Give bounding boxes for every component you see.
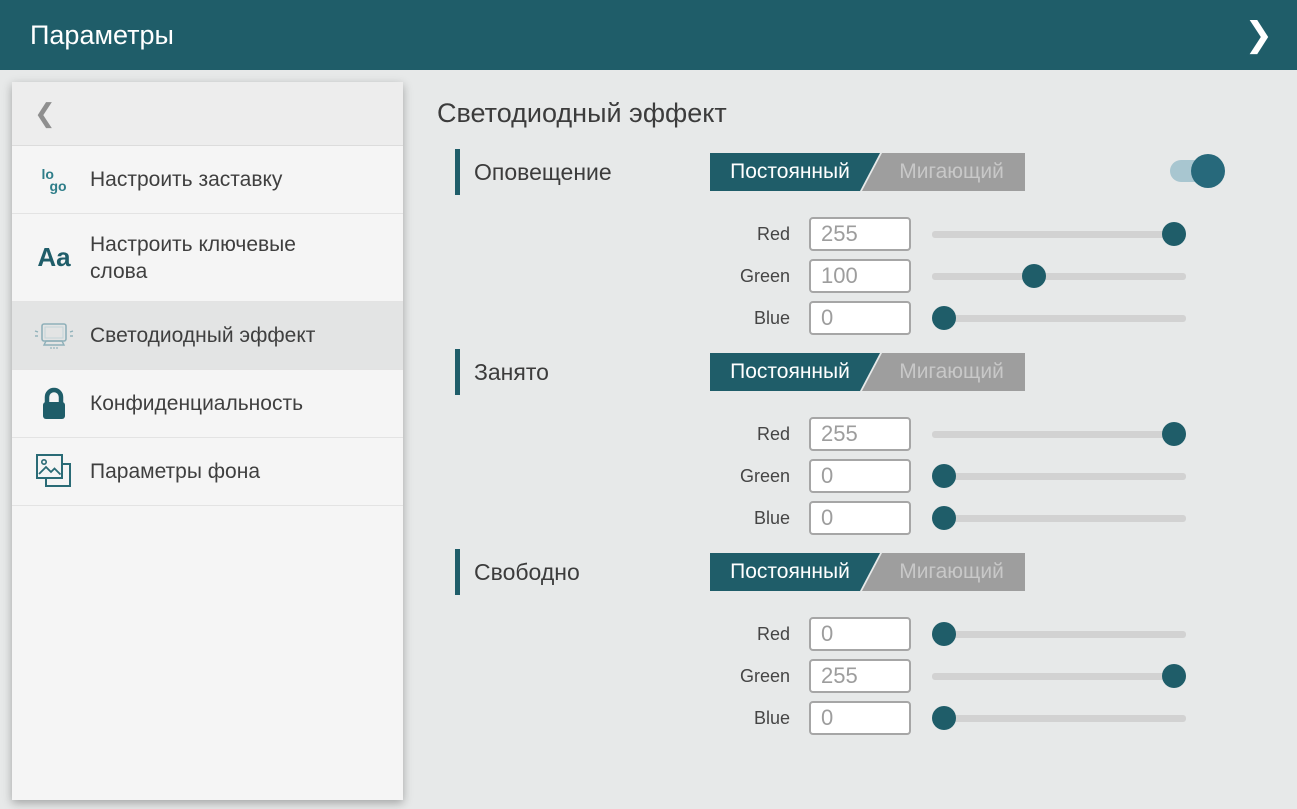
logo-icon: logo — [30, 168, 78, 192]
slider-track[interactable] — [932, 231, 1186, 238]
red-row: Red — [437, 213, 1297, 255]
mode-toggle: Постоянный Мигающий — [710, 353, 1025, 391]
lock-icon — [30, 384, 78, 424]
background-icon — [30, 452, 78, 492]
sidebar-item-background[interactable]: Параметры фона — [12, 438, 403, 506]
sidebar-item-label: Светодиодный эффект — [90, 322, 315, 349]
led-effect-icon — [30, 319, 78, 353]
green-row: Green — [437, 455, 1297, 497]
red-row: Red — [437, 613, 1297, 655]
mode-toggle: Постоянный Мигающий — [710, 153, 1025, 191]
blue-label: Blue — [437, 708, 790, 729]
blue-input[interactable] — [809, 701, 911, 735]
slider-track[interactable] — [932, 715, 1186, 722]
mode-constant-button[interactable]: Постоянный — [710, 153, 880, 191]
blue-label: Blue — [437, 508, 790, 529]
slider-track[interactable] — [932, 315, 1186, 322]
green-input[interactable] — [809, 659, 911, 693]
sidebar-item-led-effect[interactable]: Светодиодный эффект — [12, 302, 403, 370]
back-button[interactable]: ❮ — [12, 82, 403, 146]
slider-thumb[interactable] — [932, 306, 956, 330]
slider-thumb[interactable] — [932, 706, 956, 730]
red-input[interactable] — [809, 417, 911, 451]
green-slider[interactable] — [932, 264, 1186, 288]
blue-label: Blue — [437, 308, 790, 329]
accent-bar — [455, 149, 460, 195]
blue-row: Blue — [437, 697, 1297, 739]
red-input[interactable] — [809, 617, 911, 651]
slider-track[interactable] — [932, 631, 1186, 638]
green-label: Green — [437, 466, 790, 487]
accent-bar — [455, 349, 460, 395]
red-label: Red — [437, 224, 790, 245]
slider-track[interactable] — [932, 273, 1186, 280]
mode-constant-button[interactable]: Постоянный — [710, 353, 880, 391]
green-input[interactable] — [809, 459, 911, 493]
blue-input[interactable] — [809, 501, 911, 535]
section-busy: Занято Постоянный Мигающий Red Green Blu… — [437, 349, 1297, 539]
slider-thumb[interactable] — [1162, 664, 1186, 688]
slider-track[interactable] — [932, 515, 1186, 522]
mode-blinking-button[interactable]: Мигающий — [862, 553, 1025, 591]
slider-track[interactable] — [932, 673, 1186, 680]
green-row: Green — [437, 655, 1297, 697]
mode-constant-button[interactable]: Постоянный — [710, 553, 880, 591]
switch-knob — [1191, 154, 1225, 188]
blue-input[interactable] — [809, 301, 911, 335]
main-content: Светодиодный эффект Оповещение Постоянны… — [437, 82, 1297, 749]
red-label: Red — [437, 424, 790, 445]
green-slider[interactable] — [932, 664, 1186, 688]
mode-toggle: Постоянный Мигающий — [710, 553, 1025, 591]
sidebar-item-privacy[interactable]: Конфиденциальность — [12, 370, 403, 438]
green-label: Green — [437, 266, 790, 287]
section-title: Свободно — [474, 559, 580, 586]
sidebar-item-label: Конфиденциальность — [90, 390, 303, 417]
forward-button[interactable]: ❯ — [1239, 0, 1280, 70]
red-slider[interactable] — [932, 622, 1186, 646]
header-bar: Параметры ❯ — [0, 0, 1297, 70]
sidebar-item-label: Параметры фона — [90, 458, 260, 485]
sidebar-item-keywords[interactable]: Aa Настроить ключевые слова — [12, 214, 403, 302]
green-slider[interactable] — [932, 464, 1186, 488]
green-label: Green — [437, 666, 790, 687]
mode-blinking-button[interactable]: Мигающий — [862, 353, 1025, 391]
section-title: Занято — [474, 359, 549, 386]
page-title: Параметры — [30, 20, 1239, 51]
blue-slider[interactable] — [932, 706, 1186, 730]
slider-thumb[interactable] — [1162, 222, 1186, 246]
sidebar-item-splash-screen[interactable]: logo Настроить заставку — [12, 146, 403, 214]
main-title: Светодиодный эффект — [437, 98, 1297, 129]
slider-track[interactable] — [932, 473, 1186, 480]
slider-thumb[interactable] — [1162, 422, 1186, 446]
chevron-right-icon: ❯ — [1245, 16, 1274, 54]
sidebar-item-label: Настроить заставку — [90, 166, 282, 193]
green-input[interactable] — [809, 259, 911, 293]
blue-row: Blue — [437, 297, 1297, 339]
blue-slider[interactable] — [932, 306, 1186, 330]
keywords-icon: Aa — [30, 242, 78, 273]
slider-track[interactable] — [932, 431, 1186, 438]
slider-thumb[interactable] — [1022, 264, 1046, 288]
section-free: Свободно Постоянный Мигающий Red Green B… — [437, 549, 1297, 739]
slider-thumb[interactable] — [932, 622, 956, 646]
red-slider[interactable] — [932, 422, 1186, 446]
red-input[interactable] — [809, 217, 911, 251]
slider-thumb[interactable] — [932, 506, 956, 530]
red-label: Red — [437, 624, 790, 645]
green-row: Green — [437, 255, 1297, 297]
accent-bar — [455, 549, 460, 595]
blue-slider[interactable] — [932, 506, 1186, 530]
red-row: Red — [437, 413, 1297, 455]
section-title: Оповещение — [474, 159, 612, 186]
blue-row: Blue — [437, 497, 1297, 539]
sidebar-item-label: Настроить ключевые слова — [90, 231, 322, 285]
sidebar: ❮ logo Настроить заставку Aa Настроить к… — [12, 82, 403, 800]
section-notification: Оповещение Постоянный Мигающий Red Green — [437, 149, 1297, 339]
slider-thumb[interactable] — [932, 464, 956, 488]
chevron-left-icon: ❮ — [34, 98, 56, 129]
mode-blinking-button[interactable]: Мигающий — [862, 153, 1025, 191]
enable-switch[interactable] — [1170, 154, 1225, 188]
red-slider[interactable] — [932, 222, 1186, 246]
